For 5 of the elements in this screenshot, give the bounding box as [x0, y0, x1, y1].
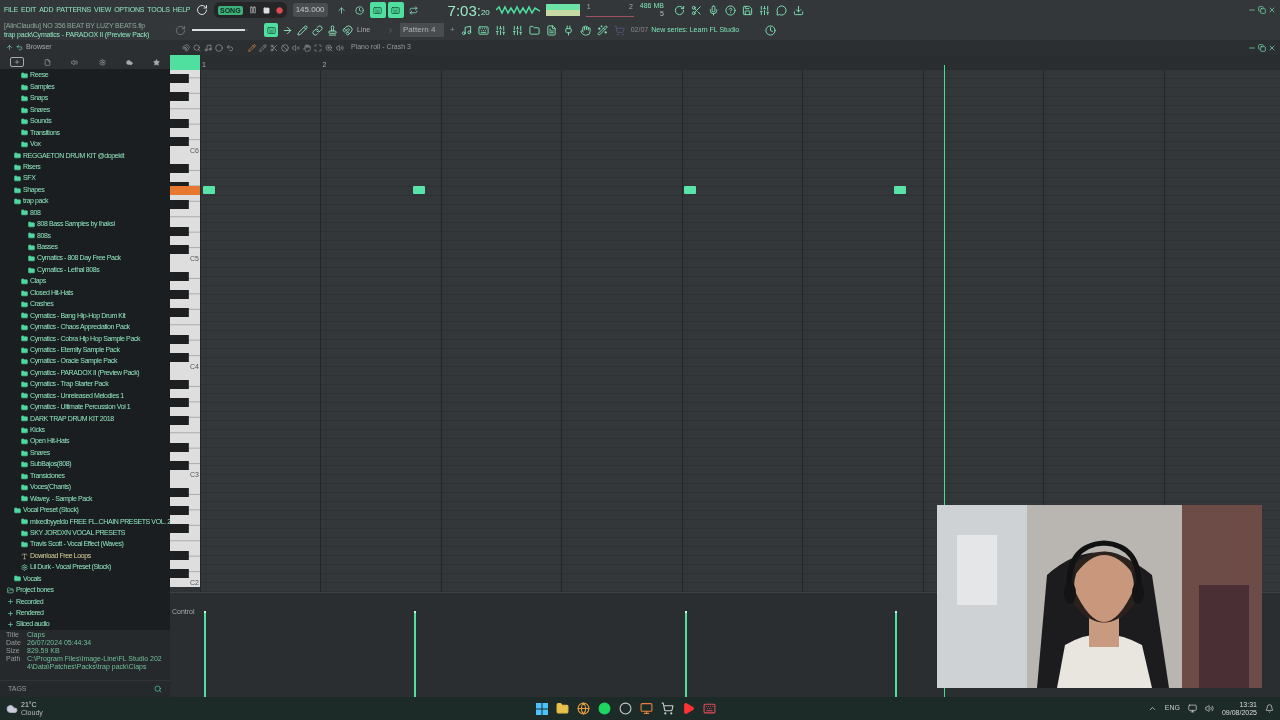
song-time-ticks: 20 — [480, 8, 490, 17]
pattern-selector[interactable]: Pattern 4 — [400, 23, 444, 37]
tempo-field[interactable]: 145.000 — [292, 3, 328, 17]
add-pattern-button[interactable]: + — [450, 24, 455, 36]
song-time: 7:03: — [447, 2, 481, 18]
